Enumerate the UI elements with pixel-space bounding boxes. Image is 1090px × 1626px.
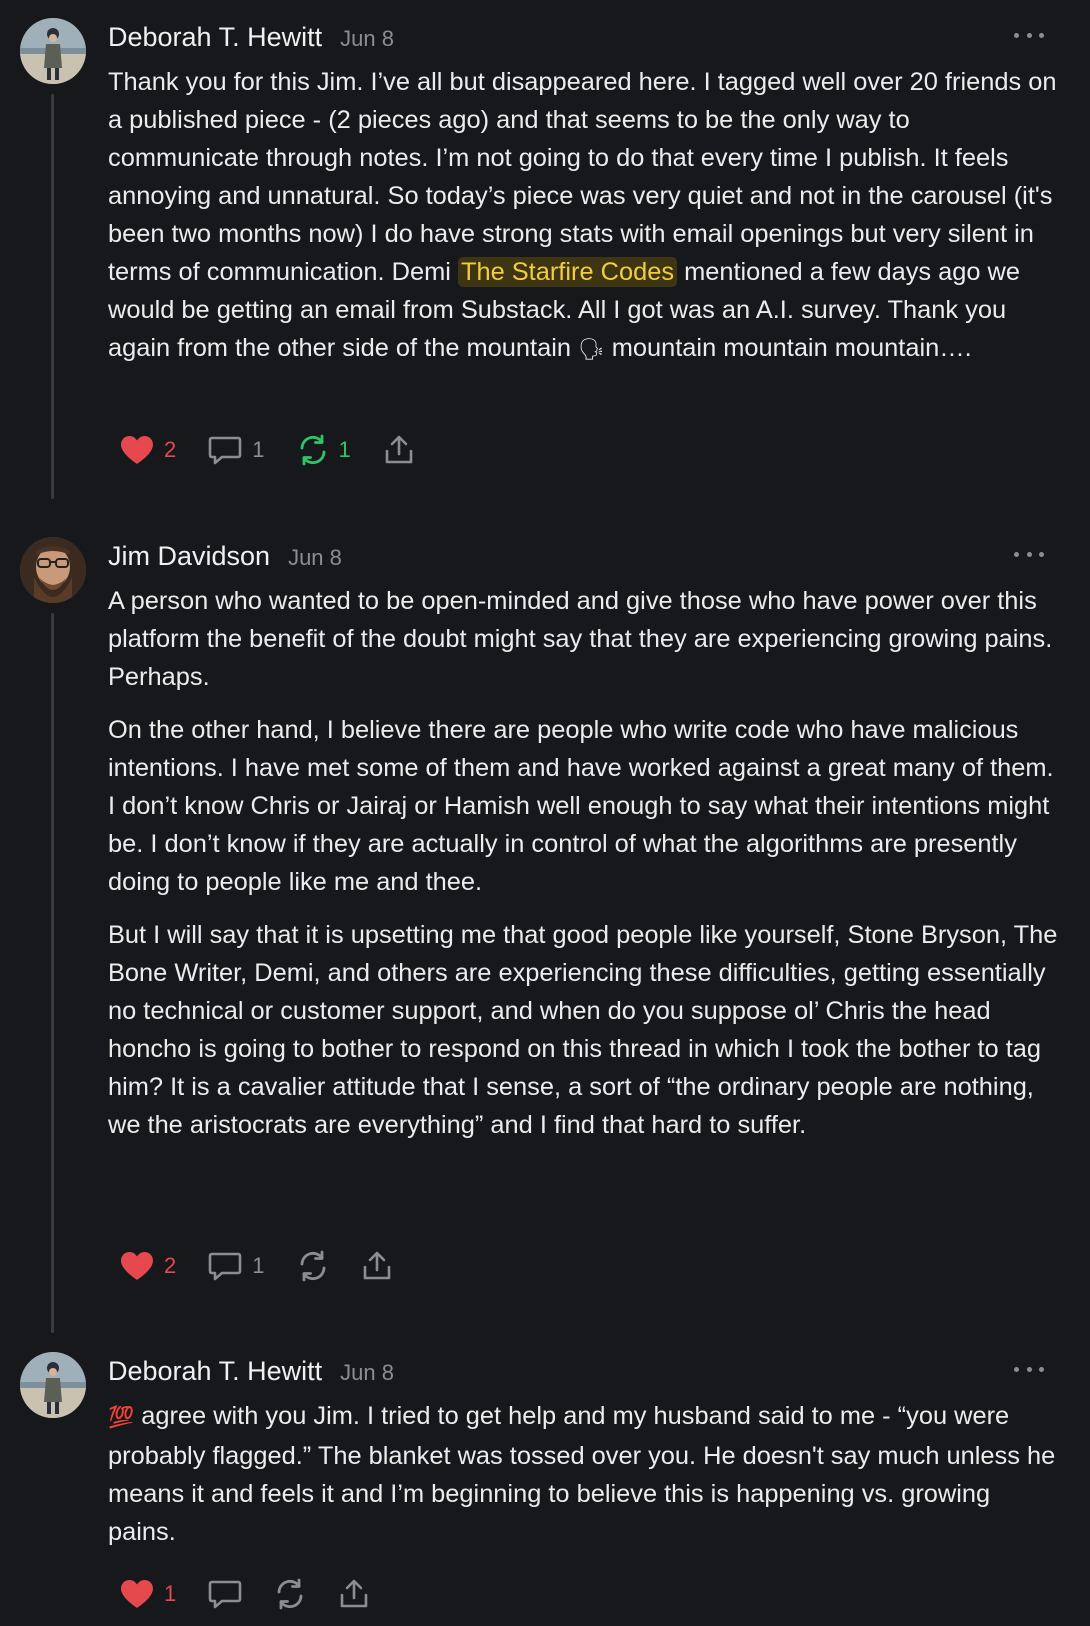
more-options-button[interactable]: [1014, 30, 1044, 40]
share-button[interactable]: [361, 1250, 393, 1282]
comment-2: Jim Davidson Jun 8 A person who wanted t…: [0, 537, 1090, 1337]
more-dots-icon: [1014, 1366, 1019, 1372]
share-button[interactable]: [383, 434, 415, 466]
comment-paragraph: A person who wanted to be open-minded an…: [108, 587, 1053, 691]
author-name[interactable]: Deborah T. Hewitt: [108, 22, 322, 53]
comment-body: Thank you for this Jim. I’ve all but dis…: [108, 63, 1058, 369]
comment-actions: 2 1: [120, 1246, 425, 1286]
avatar[interactable]: [20, 537, 86, 603]
comment-text-end: mountain mountain mountain….: [604, 334, 972, 362]
reply-button[interactable]: 1: [208, 435, 265, 465]
restack-icon: [300, 1250, 325, 1282]
like-count: 2: [164, 1253, 177, 1278]
share-button[interactable]: [338, 1578, 370, 1610]
comment-thread: Deborah T. Hewitt Jun 8 Thank you for th…: [0, 0, 1090, 1626]
restack-button[interactable]: 1: [297, 434, 351, 466]
heart-icon: [121, 1252, 153, 1280]
share-icon: [363, 1251, 390, 1280]
comment-date[interactable]: Jun 8: [288, 545, 342, 571]
restack-icon: [277, 1578, 303, 1610]
like-button[interactable]: 1: [120, 1579, 176, 1609]
comment-header: Jim Davidson Jun 8: [108, 541, 342, 575]
restack-count: 1: [338, 437, 351, 462]
share-icon: [340, 1579, 368, 1608]
comment-header: Deborah T. Hewitt Jun 8: [108, 1356, 394, 1390]
more-dots-icon: [1014, 32, 1019, 38]
restack-button[interactable]: [274, 1578, 306, 1610]
thread-line: [51, 94, 54, 499]
like-button[interactable]: 2: [120, 435, 176, 465]
comment-bubble-icon: [208, 1252, 242, 1281]
reply-button[interactable]: 1: [208, 1251, 265, 1281]
comment-text: agree with you Jim. I tried to get help …: [108, 1402, 1056, 1546]
like-count: 1: [164, 1581, 177, 1606]
share-icon: [385, 435, 413, 464]
comment-actions: 1: [120, 1574, 402, 1614]
avatar[interactable]: [20, 18, 86, 84]
comment-text: Thank you for this Jim. I’ve all but dis…: [108, 68, 1057, 286]
reply-count: 1: [252, 437, 265, 462]
avatar[interactable]: [20, 1352, 86, 1418]
more-options-button[interactable]: [1014, 549, 1044, 559]
comment-paragraph: But I will say that it is upsetting me t…: [108, 921, 1058, 1139]
like-button[interactable]: 2: [120, 1251, 176, 1281]
avatar-photo-jim: [20, 537, 86, 603]
comment-1: Deborah T. Hewitt Jun 8 Thank you for th…: [0, 18, 1090, 499]
more-options-button[interactable]: [1014, 1364, 1044, 1374]
avatar-photo-deborah: [20, 18, 86, 84]
comment-bubble-icon: [208, 436, 242, 465]
mention-link[interactable]: The Starfire Codes: [457, 257, 678, 287]
reply-button[interactable]: [208, 1579, 242, 1609]
comment-date[interactable]: Jun 8: [340, 1360, 394, 1386]
reply-count: 1: [252, 1253, 265, 1278]
comment-3: Deborah T. Hewitt Jun 8 💯 agree with you…: [0, 1352, 1090, 1622]
comment-body: A person who wanted to be open-minded an…: [108, 582, 1058, 1144]
restack-button[interactable]: [297, 1250, 329, 1282]
thread-line: [51, 613, 54, 1333]
speaking-head-emoji: 🗣: [578, 338, 605, 361]
comment-header: Deborah T. Hewitt Jun 8: [108, 22, 394, 56]
restack-icon: [300, 434, 325, 466]
comment-body: 💯 agree with you Jim. I tried to get hel…: [108, 1397, 1058, 1551]
comment-paragraph: On the other hand, I believe there are p…: [108, 716, 1054, 896]
heart-icon: [121, 436, 153, 464]
hundred-points-emoji: 💯: [108, 1406, 135, 1429]
more-dots-icon: [1014, 551, 1019, 557]
author-name[interactable]: Deborah T. Hewitt: [108, 1356, 322, 1387]
author-name[interactable]: Jim Davidson: [108, 541, 270, 572]
heart-icon: [121, 1580, 153, 1608]
comment-actions: 2 1 1: [120, 430, 447, 470]
like-count: 2: [164, 437, 177, 462]
comment-date[interactable]: Jun 8: [340, 26, 394, 52]
comment-bubble-icon: [208, 1580, 242, 1609]
avatar-photo-deborah: [20, 1352, 86, 1418]
